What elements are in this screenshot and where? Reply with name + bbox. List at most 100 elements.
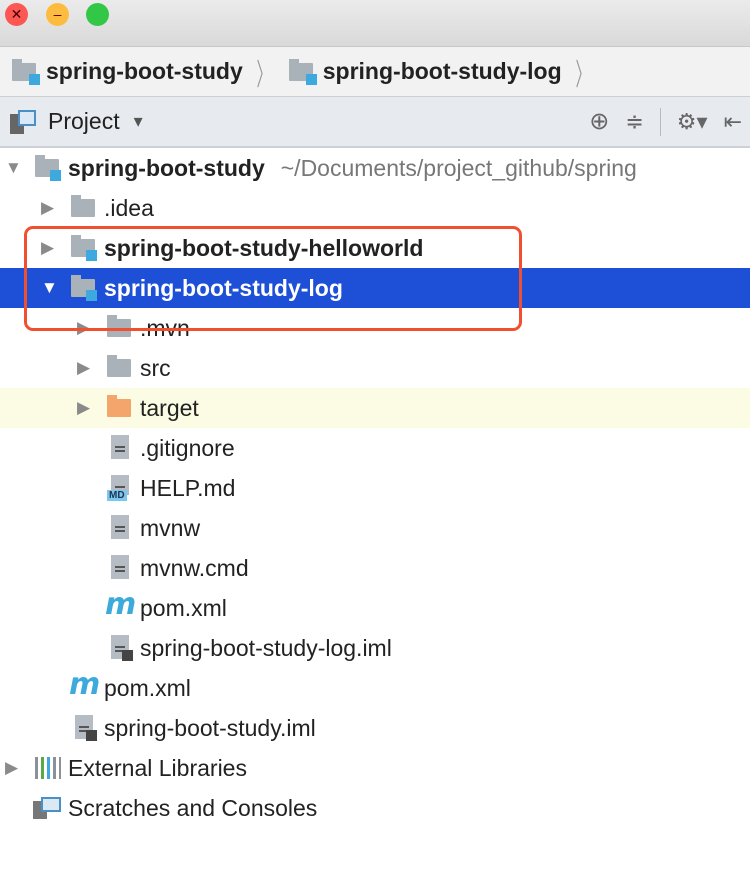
toolbar-divider — [659, 107, 661, 136]
excluded-folder-icon — [105, 395, 133, 421]
expand-arrow-right-icon[interactable]: ▶ — [41, 198, 61, 218]
maven-file-icon: m — [69, 667, 101, 702]
project-toolbar: Project ▾ ⊕ ≑ ⚙▾ ⇤ — [0, 97, 750, 148]
path-hint: ~/Documents/project_github/spring — [280, 154, 637, 181]
chevron-down-icon[interactable]: ▾ — [134, 111, 143, 132]
tree-row[interactable]: Scratches and Consoles — [0, 788, 750, 828]
tree-item-label: spring-boot-study-log — [104, 274, 343, 301]
tree-row[interactable]: MD HELP.md — [0, 468, 750, 508]
expand-arrow-right-icon[interactable]: ▶ — [77, 398, 97, 418]
tree-item-label: HELP.md — [140, 474, 236, 501]
tree-item-text: src — [140, 355, 171, 382]
breadcrumb-label: spring-boot-study — [46, 58, 243, 84]
tree-row[interactable]: ▶ .idea — [0, 188, 750, 228]
expand-arrow-right-icon[interactable]: ▶ — [77, 358, 97, 378]
tree-row[interactable]: ▶ src — [0, 348, 750, 388]
tree-item-label: Scratches and Consoles — [68, 794, 318, 821]
tree-item-label: pom.xml — [104, 674, 191, 701]
tree-item-text: pom.xml — [104, 675, 191, 702]
tree-row[interactable]: ▶ spring-boot-study-helloworld — [0, 228, 750, 268]
tree-item-label: pom.xml — [140, 594, 227, 621]
iml-file-icon — [69, 715, 97, 741]
folder-icon — [69, 195, 97, 221]
gear-icon[interactable]: ⚙▾ — [677, 109, 708, 135]
folder-icon — [105, 315, 133, 341]
tree-item-text: spring-boot-study-log.iml — [140, 635, 392, 662]
breadcrumb-item[interactable]: spring-boot-study — [10, 58, 243, 85]
tree-item-label: spring-boot-study.iml — [104, 714, 316, 741]
tree-item-label: spring-boot-study-log.iml — [140, 634, 392, 661]
tree-item-text: Scratches and Consoles — [68, 795, 317, 822]
project-tree: ▼ spring-boot-study ~/Documents/project_gi… — [0, 148, 750, 828]
text-file-icon — [105, 555, 133, 581]
tree-row[interactable]: mvnw.cmd — [0, 548, 750, 588]
tree-item-label: mvnw.cmd — [140, 554, 249, 581]
tree-row[interactable]: m pom.xml — [0, 587, 750, 628]
expand-arrow-right-icon[interactable]: ▶ — [41, 238, 61, 258]
tree-item-text: .mvn — [140, 315, 190, 342]
tree-item-text: spring-boot-study ~/Documents/project_git… — [68, 155, 637, 182]
scratches-icon — [33, 795, 61, 821]
tree-row[interactable]: .gitignore — [0, 428, 750, 468]
project-view-selector[interactable]: Project — [48, 108, 120, 135]
fullscreen-button[interactable] — [86, 3, 109, 26]
tree-item-label: src — [140, 354, 171, 381]
tree-item-text: spring-boot-study-log — [104, 275, 343, 302]
tree-item-text: target — [140, 395, 199, 422]
tree-item-text: .idea — [104, 195, 154, 222]
tree-row[interactable]: ▶ target — [0, 388, 750, 428]
expand-arrow-right-icon[interactable]: ▶ — [5, 758, 25, 778]
locate-icon[interactable]: ⊕ — [589, 107, 609, 136]
tree-item-text: pom.xml — [140, 595, 227, 622]
chevron-right-icon: 〉 — [575, 58, 591, 92]
tree-item-text: spring-boot-study-helloworld — [104, 235, 423, 262]
tree-item-text: External Libraries — [68, 755, 247, 782]
tree-item-label: spring-boot-study-helloworld — [104, 234, 424, 261]
expand-arrow-down-icon[interactable]: ▼ — [5, 158, 25, 178]
expand-arrow-down-icon[interactable]: ▼ — [41, 278, 61, 298]
markdown-file-icon: MD — [105, 475, 133, 501]
breadcrumb-item[interactable]: spring-boot-study-log — [287, 58, 562, 85]
iml-file-icon — [105, 635, 133, 661]
tree-item-label: spring-boot-study — [68, 154, 265, 181]
module-folder-icon — [10, 58, 40, 85]
tree-item-label: External Libraries — [68, 754, 247, 781]
text-file-icon — [105, 435, 133, 461]
tree-row[interactable]: m pom.xml — [0, 667, 750, 708]
tree-row[interactable]: spring-boot-study-log.iml — [0, 628, 750, 668]
tree-item-label: mvnw — [140, 514, 201, 541]
module-folder-icon — [69, 275, 97, 301]
tree-item-text: mvnw — [140, 515, 200, 542]
module-folder-icon — [33, 155, 61, 181]
title-bar: ✕ – — [0, 0, 750, 47]
tree-row[interactable]: mvnw — [0, 508, 750, 548]
text-file-icon — [105, 515, 133, 541]
maven-file-icon: m — [105, 587, 137, 622]
tree-item-text: spring-boot-study.iml — [104, 715, 316, 742]
project-view-icon — [10, 109, 38, 134]
expand-arrow-right-icon[interactable]: ▶ — [77, 318, 97, 338]
tree-item-label: .gitignore — [140, 434, 235, 461]
tree-row[interactable]: ▶ .mvn — [0, 308, 750, 348]
module-folder-icon — [69, 235, 97, 261]
close-button[interactable]: ✕ — [5, 3, 28, 26]
tree-item-label: target — [140, 394, 199, 421]
libraries-icon — [33, 755, 61, 781]
breadcrumb: spring-boot-study 〉 spring-boot-study-lo… — [0, 47, 750, 97]
tree-row[interactable]: ▶ External Libraries — [0, 748, 750, 788]
chevron-right-icon: 〉 — [256, 58, 272, 92]
tree-item-label: .mvn — [140, 314, 190, 341]
tree-item-text: .gitignore — [140, 435, 235, 462]
tree-row[interactable]: spring-boot-study.iml — [0, 708, 750, 748]
tree-row[interactable]: ▼ spring-boot-study-log — [0, 268, 750, 308]
tree-item-text: HELP.md — [140, 475, 235, 502]
breadcrumb-label: spring-boot-study-log — [322, 58, 562, 84]
collapse-all-icon[interactable]: ≑ — [625, 109, 643, 135]
tree-row[interactable]: ▼ spring-boot-study ~/Documents/project_gi… — [0, 148, 750, 188]
hide-panel-icon[interactable]: ⇤ — [724, 109, 742, 135]
tree-item-label: .idea — [104, 194, 154, 221]
module-folder-icon — [287, 58, 317, 85]
minimize-button[interactable]: – — [46, 3, 69, 26]
folder-icon — [105, 355, 133, 381]
tree-item-text: mvnw.cmd — [140, 555, 249, 582]
